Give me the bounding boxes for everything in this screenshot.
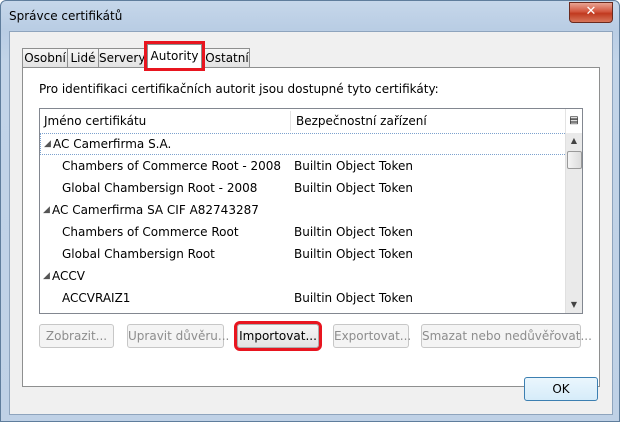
scroll-down-icon[interactable]: ▼ bbox=[566, 297, 582, 313]
tab-servers[interactable]: Servery bbox=[98, 48, 145, 67]
authorities-panel: Pro identifikaci certifikačních autorit … bbox=[22, 67, 600, 387]
tab-authorities[interactable]: Autority bbox=[144, 41, 205, 71]
tree-row[interactable]: Global Chambersign Root - 2008 Builtin O… bbox=[40, 177, 567, 199]
ok-button[interactable]: OK bbox=[524, 377, 598, 401]
expanded-twisty-icon[interactable]: ◢ bbox=[44, 134, 51, 154]
edit-trust-button[interactable]: Upravit důvěru... bbox=[127, 324, 229, 348]
view-button[interactable]: Zobrazit... bbox=[39, 324, 114, 348]
window-title: Správce certifikátů bbox=[9, 9, 123, 23]
certificate-manager-window: Správce certifikátů ✕ Osobní Lidé Server… bbox=[0, 0, 620, 422]
title-bar: Správce certifikátů ✕ bbox=[1, 1, 619, 31]
row-name: ACCVRAIZ1 bbox=[62, 291, 131, 305]
vertical-scrollbar[interactable]: ▲ ▼ bbox=[565, 133, 582, 313]
column-picker-icon[interactable]: ▤ bbox=[565, 109, 582, 133]
expanded-twisty-icon[interactable]: ◢ bbox=[43, 265, 50, 287]
row-name: AC Camerfirma SA CIF A82743287 bbox=[52, 203, 259, 217]
row-device: Builtin Object Token bbox=[294, 159, 414, 173]
delete-or-distrust-button[interactable]: Smazat nebo nedůvěřovat... bbox=[421, 324, 592, 348]
tree-row[interactable]: ACCVRAIZ1 Builtin Object Token bbox=[40, 287, 567, 309]
import-button[interactable]: Importovat... bbox=[234, 321, 322, 351]
tree-header: Jméno certifikátu Bezpečnostní zařízení bbox=[40, 109, 568, 134]
tab-people[interactable]: Lidé bbox=[67, 48, 99, 67]
tree-row[interactable]: Chambers of Commerce Root Builtin Object… bbox=[40, 221, 567, 243]
tree-row[interactable]: Chambers of Commerce Root - 2008 Builtin… bbox=[40, 155, 567, 177]
row-name: AC Camerfirma S.A. bbox=[53, 137, 172, 151]
tree-row-group[interactable]: ◢ AC Camerfirma SA CIF A82743287 bbox=[40, 199, 567, 221]
column-header-device[interactable]: Bezpečnostní zařízení bbox=[296, 114, 427, 128]
export-button[interactable]: Exportovat... bbox=[333, 324, 411, 348]
row-name: ACCV bbox=[52, 269, 85, 283]
close-button[interactable]: ✕ bbox=[569, 2, 613, 23]
tree-rows: ◢ AC Camerfirma S.A. Chambers of Commerc… bbox=[40, 133, 567, 309]
tree-row[interactable]: Global Chambersign Root Builtin Object T… bbox=[40, 243, 567, 265]
column-header-name[interactable]: Jméno certifikátu bbox=[44, 114, 146, 128]
row-name: Global Chambersign Root - 2008 bbox=[62, 181, 258, 195]
row-device: Builtin Object Token bbox=[294, 247, 414, 261]
tab-others[interactable]: Ostatní bbox=[204, 48, 250, 67]
expanded-twisty-icon[interactable]: ◢ bbox=[43, 199, 50, 221]
tree-row-group[interactable]: ◢ ACCV bbox=[40, 265, 567, 287]
column-divider[interactable] bbox=[290, 111, 291, 131]
row-name: Chambers of Commerce Root - 2008 bbox=[62, 159, 282, 173]
tree-row-group[interactable]: ◢ AC Camerfirma S.A. bbox=[40, 133, 567, 155]
row-device: Builtin Object Token bbox=[294, 291, 414, 305]
row-device: Builtin Object Token bbox=[294, 225, 414, 239]
dialog-body: Osobní Lidé Servery Autority Ostatní Pro… bbox=[9, 31, 613, 415]
row-name: Chambers of Commerce Root bbox=[62, 225, 239, 239]
row-device: Builtin Object Token bbox=[294, 181, 414, 195]
row-name: Global Chambersign Root bbox=[62, 247, 215, 261]
scroll-thumb[interactable] bbox=[567, 151, 582, 169]
tab-personal[interactable]: Osobní bbox=[22, 48, 68, 67]
certificate-tree[interactable]: Jméno certifikátu Bezpečnostní zařízení … bbox=[39, 108, 583, 314]
scroll-up-icon[interactable]: ▲ bbox=[566, 133, 582, 149]
panel-description: Pro identifikaci certifikačních autorit … bbox=[39, 82, 439, 96]
